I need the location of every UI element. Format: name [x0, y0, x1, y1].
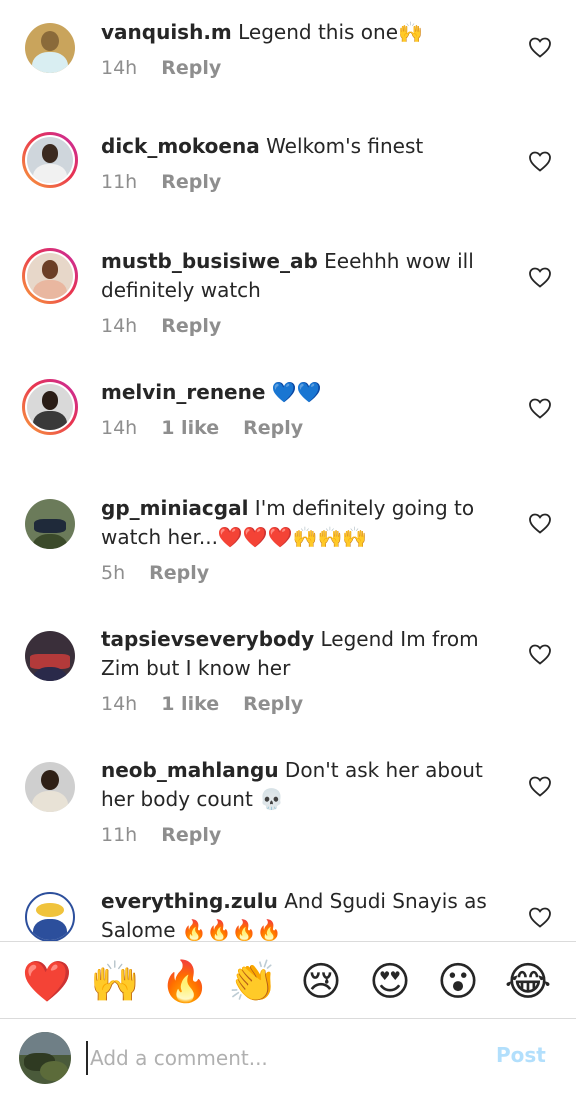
avatar[interactable]: [22, 248, 78, 304]
comment-body: Legend this one🙌: [231, 20, 423, 44]
comment-meta: 14h Reply: [101, 312, 245, 340]
laughing-reaction-button[interactable]: 😂: [504, 958, 552, 1006]
comment-time: 14h: [101, 315, 138, 337]
comment-meta: 11h Reply: [101, 168, 245, 196]
avatar[interactable]: [22, 20, 78, 76]
reply-button[interactable]: Reply: [243, 693, 303, 715]
avatar[interactable]: [22, 132, 78, 188]
like-count[interactable]: 1 like: [161, 693, 219, 715]
avatar[interactable]: [22, 496, 78, 552]
heart-icon[interactable]: [528, 397, 552, 419]
comment-text: gp_miniacgal I'm definitely going to wat…: [101, 494, 511, 552]
reply-button[interactable]: Reply: [243, 417, 303, 439]
comment-time: 11h: [101, 171, 138, 193]
comment-time: 11h: [101, 824, 138, 846]
reply-button[interactable]: Reply: [161, 57, 221, 79]
like-count[interactable]: 1 like: [161, 417, 219, 439]
comment-input[interactable]: [86, 1041, 466, 1075]
avatar[interactable]: [22, 379, 78, 435]
heart-icon[interactable]: [528, 775, 552, 797]
comment-text: mustb_busisiwe_ab Eeehhh wow ill definit…: [101, 247, 511, 305]
comment-composer: Post: [0, 1019, 576, 1097]
comment-meta: 5h Reply: [101, 559, 233, 587]
comment-body: Welkom's finest: [259, 134, 424, 158]
comment-meta: 11h Reply: [101, 821, 245, 849]
post-button[interactable]: Post: [496, 1043, 546, 1067]
comment-username[interactable]: gp_miniacgal: [101, 496, 248, 520]
comment-text: neob_mahlangu Don't ask her about her bo…: [101, 756, 511, 814]
reply-button[interactable]: Reply: [161, 171, 221, 193]
comment-meta: 14h 1 like Reply: [101, 414, 327, 442]
avatar[interactable]: [22, 628, 78, 684]
heart-icon[interactable]: [528, 36, 552, 58]
comment-time: 14h: [101, 693, 138, 715]
comment-list: vanquish.m Legend this one🙌 14h Reply dic…: [0, 0, 576, 941]
reply-button[interactable]: Reply: [161, 824, 221, 846]
heart-reaction-button[interactable]: ❤️: [22, 958, 72, 1006]
comment-username[interactable]: neob_mahlangu: [101, 758, 279, 782]
comment-text: everything.zulu And Sgudi Snayis as Salo…: [101, 887, 511, 941]
comment-text: melvin_renene 💙💙: [101, 378, 511, 407]
current-user-avatar: [19, 1032, 71, 1084]
raising-hands-reaction-button[interactable]: 🙌: [90, 958, 140, 1006]
surprised-reaction-button[interactable]: 😮: [434, 958, 482, 1006]
comment-text: tapsievseverybody Legend Im from Zim but…: [101, 625, 511, 683]
comment-username[interactable]: mustb_busisiwe_ab: [101, 249, 318, 273]
comment-meta: 14h 1 like Reply: [101, 690, 327, 718]
reply-button[interactable]: Reply: [149, 562, 209, 584]
heart-icon[interactable]: [528, 266, 552, 288]
reply-button[interactable]: Reply: [161, 315, 221, 337]
avatar[interactable]: [22, 759, 78, 815]
comment-time: 14h: [101, 417, 138, 439]
heart-icon[interactable]: [528, 512, 552, 534]
avatar[interactable]: [22, 889, 78, 941]
comment-username[interactable]: vanquish.m: [101, 20, 232, 44]
comment-text: dick_mokoena Welkom's finest: [101, 132, 511, 161]
fire-reaction-button[interactable]: 🔥: [160, 958, 210, 1006]
comment-meta: 14h Reply: [101, 54, 245, 82]
comment-username[interactable]: tapsievseverybody: [101, 627, 314, 651]
clapping-reaction-button[interactable]: 👏: [228, 958, 278, 1006]
comment-username[interactable]: dick_mokoena: [101, 134, 260, 158]
comment-text: vanquish.m Legend this one🙌: [101, 18, 511, 47]
comment-time: 5h: [101, 562, 126, 584]
heart-eyes-reaction-button[interactable]: 😍: [366, 958, 414, 1006]
comment-username[interactable]: melvin_renene: [101, 380, 265, 404]
comment-username[interactable]: everything.zulu: [101, 889, 278, 913]
comment-time: 14h: [101, 57, 138, 79]
heart-icon[interactable]: [528, 906, 552, 928]
crying-reaction-button[interactable]: 😢: [297, 958, 345, 1006]
heart-icon[interactable]: [528, 150, 552, 172]
comment-body: 💙💙: [265, 380, 322, 404]
heart-icon[interactable]: [528, 643, 552, 665]
quick-reaction-bar: ❤️ 🙌 🔥 👏 😢 😍 😮 😂: [0, 942, 576, 1020]
